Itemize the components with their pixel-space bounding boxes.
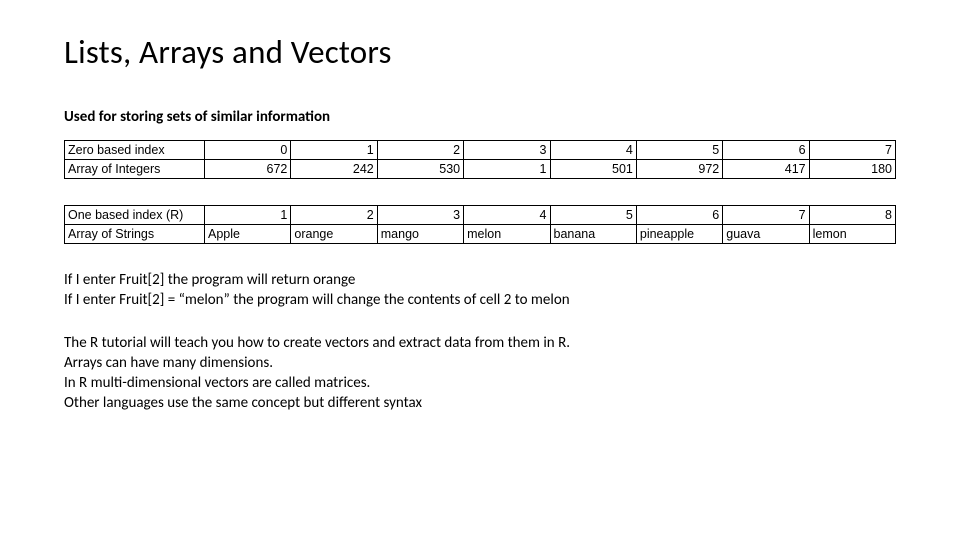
- body-text: Arrays can have many dimensions.: [64, 353, 896, 373]
- page-title: Lists, Arrays and Vectors: [64, 32, 896, 72]
- index-cell: 8: [809, 206, 895, 225]
- row-label: Array of Strings: [65, 225, 205, 244]
- value-cell: 501: [550, 160, 636, 179]
- value-cell: 180: [809, 160, 895, 179]
- index-cell: 4: [464, 206, 550, 225]
- index-cell: 2: [291, 206, 377, 225]
- index-cell: 1: [291, 141, 377, 160]
- body-text: If I enter Fruit[2] = “melon” the progra…: [64, 290, 896, 310]
- value-cell: melon: [464, 225, 550, 244]
- table-row: Zero based index 0 1 2 3 4 5 6 7: [65, 141, 896, 160]
- index-cell: 5: [550, 206, 636, 225]
- value-cell: 417: [723, 160, 809, 179]
- index-cell: 3: [377, 206, 463, 225]
- row-label: Array of Integers: [65, 160, 205, 179]
- value-cell: 530: [377, 160, 463, 179]
- value-cell: lemon: [809, 225, 895, 244]
- string-array-table: One based index (R) 1 2 3 4 5 6 7 8 Arra…: [64, 205, 896, 244]
- table-row: Array of Integers 672 242 530 1 501 972 …: [65, 160, 896, 179]
- example-paragraph: If I enter Fruit[2] the program will ret…: [64, 270, 896, 311]
- integer-array-table: Zero based index 0 1 2 3 4 5 6 7 Array o…: [64, 140, 896, 179]
- subtitle-text: Used for storing sets of similar informa…: [64, 108, 896, 126]
- value-cell: orange: [291, 225, 377, 244]
- index-cell: 2: [377, 141, 463, 160]
- value-cell: guava: [723, 225, 809, 244]
- row-label: Zero based index: [65, 141, 205, 160]
- value-cell: 672: [205, 160, 291, 179]
- table-row: One based index (R) 1 2 3 4 5 6 7 8: [65, 206, 896, 225]
- value-cell: 1: [464, 160, 550, 179]
- index-cell: 1: [205, 206, 291, 225]
- body-text: Other languages use the same concept but…: [64, 393, 896, 413]
- value-cell: pineapple: [636, 225, 722, 244]
- index-cell: 0: [205, 141, 291, 160]
- index-cell: 7: [723, 206, 809, 225]
- index-cell: 7: [809, 141, 895, 160]
- body-text: In R multi-dimensional vectors are calle…: [64, 373, 896, 393]
- index-cell: 5: [636, 141, 722, 160]
- index-cell: 3: [464, 141, 550, 160]
- index-cell: 4: [550, 141, 636, 160]
- value-cell: 242: [291, 160, 377, 179]
- index-cell: 6: [723, 141, 809, 160]
- value-cell: 972: [636, 160, 722, 179]
- body-text: The R tutorial will teach you how to cre…: [64, 333, 896, 353]
- value-cell: banana: [550, 225, 636, 244]
- value-cell: mango: [377, 225, 463, 244]
- value-cell: Apple: [205, 225, 291, 244]
- body-text: If I enter Fruit[2] the program will ret…: [64, 270, 896, 290]
- index-cell: 6: [636, 206, 722, 225]
- explanation-paragraph: The R tutorial will teach you how to cre…: [64, 333, 896, 414]
- table-row: Array of Strings Apple orange mango melo…: [65, 225, 896, 244]
- row-label: One based index (R): [65, 206, 205, 225]
